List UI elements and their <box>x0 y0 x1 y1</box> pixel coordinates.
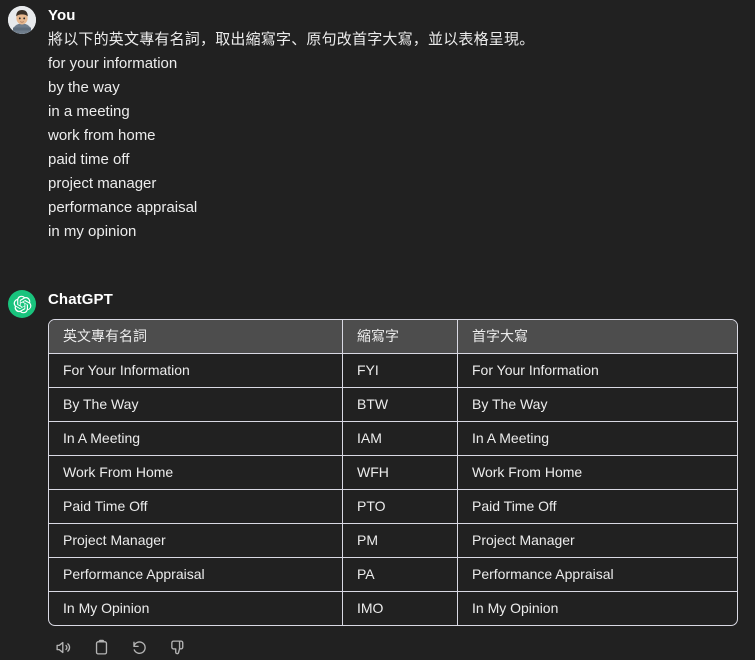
table-row: Work From Home WFH Work From Home <box>49 456 737 490</box>
cell-abbr: PM <box>343 524 458 558</box>
user-message: You 將以下的英文專有名詞，取出縮寫字、原句改首字大寫，並以表格呈現。 for… <box>0 0 755 244</box>
user-prompt-text: 將以下的英文專有名詞，取出縮寫字、原句改首字大寫，並以表格呈現。 <box>48 31 535 48</box>
cell-abbr: PA <box>343 558 458 592</box>
user-photo-avatar <box>8 6 36 34</box>
dislike-button[interactable] <box>164 634 190 660</box>
cell-title: For Your Information <box>458 354 737 388</box>
cell-title: In My Opinion <box>472 600 559 616</box>
abbreviation-table: 英文專有名詞 縮寫字 首字大寫 For Your Information FYI… <box>48 319 738 626</box>
user-term-list: for your information by the way in a mee… <box>48 52 755 244</box>
cell-title: Project Manager <box>458 524 737 558</box>
cell-title: In A Meeting <box>458 422 737 456</box>
assistant-message: ChatGPT 英文專有名詞 縮寫字 首字大寫 For Your Informa… <box>0 290 755 660</box>
cell-term: Paid Time Off <box>49 490 343 524</box>
cell-term: Work From Home <box>49 456 343 490</box>
avatar <box>8 6 36 34</box>
list-item: by the way <box>48 79 120 96</box>
message-author: ChatGPT <box>48 291 113 308</box>
cell-abbr: FYI <box>343 354 458 388</box>
column-header-title: 首字大寫 <box>458 320 737 354</box>
table-row: By The Way BTW By The Way <box>49 388 737 422</box>
response-table-container: 英文專有名詞 縮寫字 首字大寫 For Your Information FYI… <box>48 319 738 626</box>
list-item: project manager <box>48 175 157 192</box>
read-aloud-button[interactable] <box>50 634 76 660</box>
table-row: In My Opinion IMO In My Opinion <box>49 592 737 625</box>
clipboard-icon <box>95 639 107 655</box>
message-action-bar <box>48 634 755 660</box>
list-item: performance appraisal <box>48 199 198 216</box>
table-row: Project Manager PM Project Manager <box>49 524 737 558</box>
cell-term: By The Way <box>49 388 343 422</box>
message-author: You <box>48 7 76 24</box>
table-body: For Your Information FYI For Your Inform… <box>49 354 737 625</box>
cell-abbr: IMO <box>343 592 458 625</box>
list-item: in a meeting <box>48 103 130 120</box>
table-header: 英文專有名詞 縮寫字 首字大寫 <box>49 320 737 354</box>
cell-term: In A Meeting <box>49 422 343 456</box>
copy-button[interactable] <box>88 634 114 660</box>
cell-title: Performance Appraisal <box>458 558 737 592</box>
list-item: in my opinion <box>48 223 137 240</box>
table-row: Paid Time Off PTO Paid Time Off <box>49 490 737 524</box>
table-row: In A Meeting IAM In A Meeting <box>49 422 737 456</box>
cell-term: Project Manager <box>49 524 343 558</box>
cell-term: For Your Information <box>49 354 343 388</box>
cell-term: In My Opinion <box>49 592 343 625</box>
regenerate-button[interactable] <box>126 634 152 660</box>
thumbs-down-icon <box>170 639 183 654</box>
cell-abbr: PTO <box>343 490 458 524</box>
cell-abbr: IAM <box>343 422 458 456</box>
cell-title: By The Way <box>458 388 737 422</box>
column-header-abbr: 縮寫字 <box>343 320 458 354</box>
avatar <box>8 290 36 318</box>
table-row: Performance Appraisal PA Performance App… <box>49 558 737 592</box>
list-item: paid time off <box>48 151 130 168</box>
table-header-row: 英文專有名詞 縮寫字 首字大寫 <box>49 320 737 354</box>
list-item: for your information <box>48 55 178 72</box>
list-item: work from home <box>48 127 156 144</box>
table-row: For Your Information FYI For Your Inform… <box>49 354 737 388</box>
cell-term: Performance Appraisal <box>49 558 343 592</box>
openai-logo-icon <box>13 295 31 313</box>
cell-abbr: WFH <box>343 456 458 490</box>
cell-abbr: BTW <box>343 388 458 422</box>
cell-title: Paid Time Off <box>458 490 737 524</box>
speaker-icon <box>55 641 70 653</box>
cell-title: Work From Home <box>458 456 737 490</box>
column-header-term: 英文專有名詞 <box>49 320 343 354</box>
refresh-icon <box>132 640 146 654</box>
